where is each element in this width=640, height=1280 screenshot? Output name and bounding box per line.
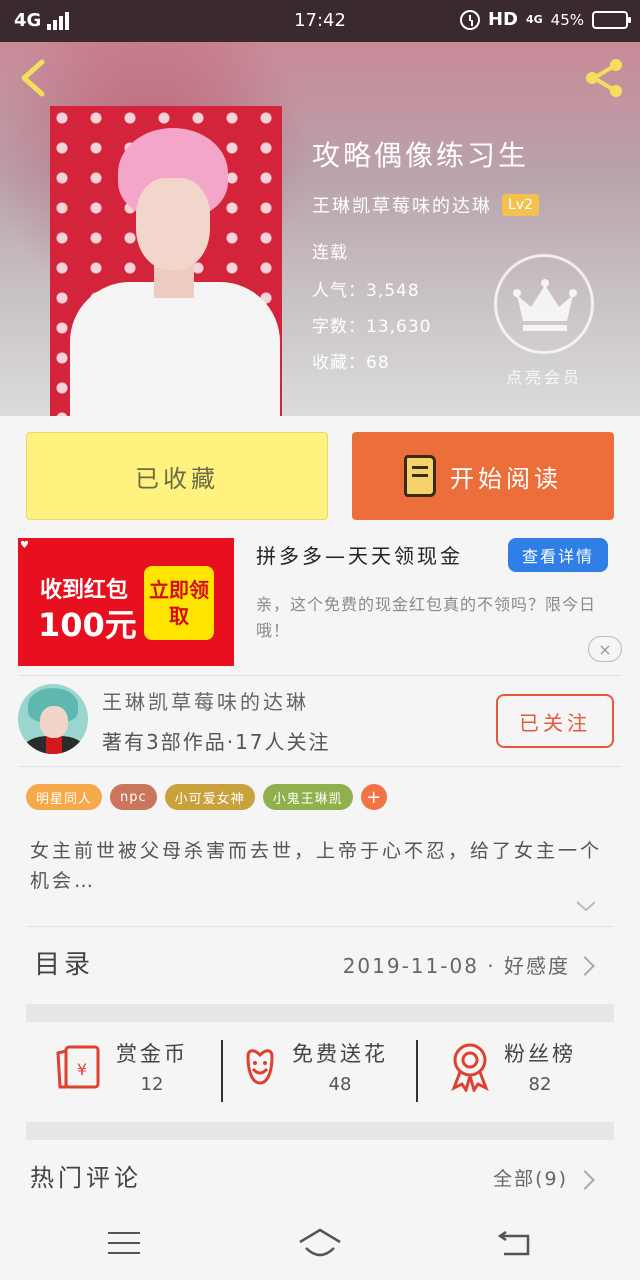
book-cover[interactable]: [50, 106, 282, 416]
collected-button[interactable]: 已收藏: [26, 432, 328, 520]
chevron-right-icon: [575, 1170, 595, 1190]
follow-label: 已关注: [519, 710, 591, 735]
stat-free-flowers[interactable]: 免费送花 48: [240, 1038, 388, 1095]
stat-fan-ranking[interactable]: 粉丝榜 82: [448, 1038, 576, 1095]
status-icons: HD 4G 45%: [459, 9, 631, 30]
divider: [18, 675, 622, 676]
start-reading-button[interactable]: 开始阅读: [352, 432, 614, 520]
collected-label: 已收藏: [135, 464, 219, 493]
tag-item[interactable]: npc: [110, 784, 157, 810]
network-small: 4G: [525, 13, 543, 26]
book-summary: 女主前世被父母杀害而去世，上帝于心不忍，给了女主一个机会…: [30, 840, 603, 892]
stat-reward-coins[interactable]: ¥ 赏金币 12: [54, 1038, 188, 1095]
share-icon: [586, 59, 622, 97]
status-bar: 4G 17:42 HD 4G 45%: [0, 0, 640, 42]
author-name[interactable]: 王琳凯草莓味的达琳: [102, 686, 309, 715]
svg-text:¥: ¥: [77, 1060, 87, 1079]
start-reading-label: 开始阅读: [450, 464, 562, 493]
share-button[interactable]: [582, 56, 626, 100]
catalog-label: 目录: [34, 950, 95, 980]
book-header: 攻略偶像练习生 王琳凯草莓味的达琳 Lv2 连载 人气：3,548 字数：13,…: [0, 42, 640, 416]
chevron-down-icon[interactable]: [574, 898, 598, 914]
tag-item[interactable]: 小鬼王琳凯: [262, 784, 353, 810]
ad-image-line2: 100元: [38, 606, 137, 644]
section-divider: [26, 1122, 614, 1140]
vip-label: 点亮会员: [505, 368, 582, 387]
alarm-icon: [459, 9, 480, 30]
divider: [221, 1040, 223, 1102]
author-stats: 著有3部作品·17人关注: [102, 730, 331, 754]
divider: [26, 926, 614, 927]
book-author[interactable]: 王琳凯草莓味的达琳 Lv2: [312, 192, 539, 218]
book-icon: [404, 455, 436, 497]
avatar[interactable]: [18, 684, 88, 754]
all-comments-link[interactable]: 全部(9): [493, 1164, 568, 1191]
system-nav-bar: [0, 1206, 640, 1280]
divider: [416, 1040, 418, 1102]
stat-value: 48: [328, 1074, 352, 1095]
stat-label: 赏金币: [116, 1042, 188, 1066]
add-tag-button[interactable]: +: [360, 784, 387, 810]
heart-icon: ♥: [20, 540, 29, 551]
menu-icon[interactable]: [108, 1232, 140, 1256]
book-title: 攻略偶像练习生: [312, 139, 530, 172]
book-collections: 收藏：68: [312, 353, 390, 373]
divider: [18, 766, 622, 767]
home-icon[interactable]: [298, 1228, 342, 1262]
battery-percent: 45%: [550, 10, 584, 29]
follow-button[interactable]: 已关注: [496, 694, 614, 748]
stat-label: 免费送花: [292, 1042, 388, 1066]
section-divider: [26, 1004, 614, 1022]
chevron-right-icon: [575, 956, 595, 976]
crown-icon: [513, 279, 577, 331]
back-arrow-icon: [21, 59, 45, 97]
ad-title[interactable]: 拼多多—天天领现金: [256, 540, 463, 569]
book-author-name: 王琳凯草莓味的达琳: [312, 196, 492, 217]
back-nav-icon[interactable]: [498, 1228, 532, 1258]
stat-label: 粉丝榜: [504, 1042, 576, 1066]
back-button[interactable]: [16, 58, 52, 98]
ad-description: 亲，这个免费的现金红包真的不领吗？限今日哦！: [256, 595, 597, 640]
book-word-count: 字数：13,630: [312, 317, 432, 337]
ad-detail-button[interactable]: 查看详情: [508, 538, 608, 572]
tag-item[interactable]: 明星同人: [26, 784, 103, 810]
hd-indicator: HD: [487, 9, 518, 30]
medal-icon: [451, 1043, 489, 1092]
stat-value: 12: [140, 1074, 164, 1095]
ad-close-button[interactable]: ×: [588, 636, 622, 662]
book-popularity: 人气：3,548: [312, 281, 420, 301]
red-envelope-icon: ¥: [56, 1045, 100, 1088]
author-level-badge: Lv2: [502, 194, 539, 216]
catalog-latest: 2019-11-08 · 好感度: [342, 954, 570, 978]
tag-item[interactable]: 小可爱女神: [164, 784, 255, 810]
flower-icon: [246, 1048, 274, 1085]
vip-button[interactable]: [494, 254, 594, 354]
ad-image-badge: 立即领取: [144, 566, 214, 640]
stat-value: 82: [528, 1074, 552, 1095]
book-status: 连载: [312, 243, 348, 263]
hot-comments-label: 热门评论: [30, 1164, 142, 1192]
tag-list: 明星同人 npc 小可爱女神 小鬼王琳凯 +: [26, 784, 387, 810]
battery-icon: [592, 10, 631, 29]
ad-image[interactable]: ♥ 收到红包 100元 立即领取: [18, 538, 234, 666]
